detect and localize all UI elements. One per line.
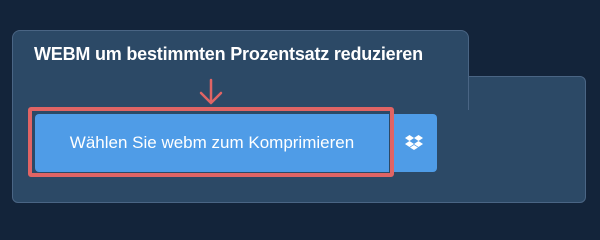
arrow-down-icon bbox=[199, 78, 223, 105]
dropbox-button[interactable] bbox=[391, 114, 437, 172]
upload-button-group: Wählen Sie webm zum Komprimieren bbox=[35, 114, 437, 172]
choose-file-button[interactable]: Wählen Sie webm zum Komprimieren bbox=[35, 114, 389, 172]
panel-title: WEBM um bestimmten Prozentsatz reduziere… bbox=[34, 44, 423, 64]
panel-tab bbox=[12, 30, 469, 110]
dropbox-icon bbox=[405, 135, 423, 150]
panel-tab-joint bbox=[13, 74, 468, 82]
